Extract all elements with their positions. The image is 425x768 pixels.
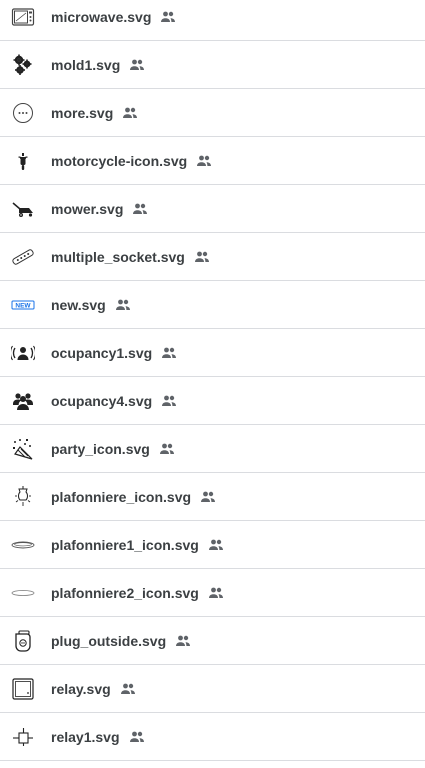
ceiling-plate-flat-icon (11, 581, 35, 605)
file-name: ocupancy1.svg (51, 345, 153, 361)
file-row-more[interactable]: more.svg (0, 89, 425, 137)
file-row-plafonniere-icon[interactable]: plafonniere_icon.svg (0, 473, 425, 521)
outdoor-plug-icon (11, 629, 35, 653)
party-popper-icon (11, 437, 35, 461)
file-row-mower[interactable]: mower.svg (0, 185, 425, 233)
shared-people-icon (208, 585, 224, 601)
file-name: party_icon.svg (51, 441, 150, 457)
file-row-plug-outside[interactable]: plug_outside.svg (0, 617, 425, 665)
relay-switch-icon (11, 725, 35, 749)
occupancy-group-icon (11, 389, 35, 413)
file-row-ocupancy4[interactable]: ocupancy4.svg (0, 377, 425, 425)
file-row-plafonniere2-icon[interactable]: plafonniere2_icon.svg (0, 569, 425, 617)
file-name: ocupancy4.svg (51, 393, 153, 409)
new-badge-text: NEW (15, 303, 31, 310)
shared-people-icon (129, 57, 145, 73)
file-row-relay1[interactable]: relay1.svg (0, 713, 425, 761)
file-row-plafonniere1-icon[interactable]: plafonniere1_icon.svg (0, 521, 425, 569)
shared-people-icon (160, 9, 176, 25)
new-badge-icon: NEW (11, 293, 35, 317)
shared-people-icon (115, 297, 131, 313)
shared-people-icon (159, 441, 175, 457)
file-name: relay.svg (51, 681, 111, 697)
file-name: mower.svg (51, 201, 124, 217)
shared-people-icon (129, 729, 145, 745)
motorcycle-icon (11, 149, 35, 173)
file-name: plafonniere_icon.svg (51, 489, 192, 505)
file-name: plug_outside.svg (51, 633, 167, 649)
file-name: multiple_socket.svg (51, 249, 185, 265)
shared-people-icon (132, 201, 148, 217)
relay-box-icon (11, 677, 35, 701)
more-icon (11, 101, 35, 125)
shared-people-icon (196, 153, 212, 169)
file-row-relay[interactable]: relay.svg (0, 665, 425, 713)
shared-people-icon (122, 105, 138, 121)
file-name: microwave.svg (51, 9, 152, 25)
shared-people-icon (208, 537, 224, 553)
gears-icon (11, 53, 35, 77)
file-row-multiple-socket[interactable]: multiple_socket.svg (0, 233, 425, 281)
mower-icon (11, 197, 35, 221)
occupancy-person-icon (11, 341, 35, 365)
shared-people-icon (200, 489, 216, 505)
file-name: more.svg (51, 105, 114, 121)
shared-people-icon (194, 249, 210, 265)
file-row-mold1[interactable]: mold1.svg (0, 41, 425, 89)
shared-people-icon (161, 345, 177, 361)
file-row-party-icon[interactable]: party_icon.svg (0, 425, 425, 473)
ceiling-plate-icon (11, 533, 35, 557)
file-name: motorcycle-icon.svg (51, 153, 188, 169)
file-row-new[interactable]: NEW new.svg (0, 281, 425, 329)
file-name: mold1.svg (51, 57, 121, 73)
file-row-microwave[interactable]: microwave.svg (0, 0, 425, 41)
file-name: plafonniere1_icon.svg (51, 537, 199, 553)
file-list: microwave.svg mold1.svg more.svg motorcy… (0, 0, 425, 761)
file-name: relay1.svg (51, 729, 120, 745)
file-name: plafonniere2_icon.svg (51, 585, 199, 601)
shared-people-icon (161, 393, 177, 409)
multiple-socket-icon (11, 245, 35, 269)
file-name: new.svg (51, 297, 106, 313)
shared-people-icon (175, 633, 191, 649)
file-row-ocupancy1[interactable]: ocupancy1.svg (0, 329, 425, 377)
microwave-icon (11, 5, 35, 29)
file-row-motorcycle-icon[interactable]: motorcycle-icon.svg (0, 137, 425, 185)
shared-people-icon (120, 681, 136, 697)
ceiling-lamp-icon (11, 485, 35, 509)
